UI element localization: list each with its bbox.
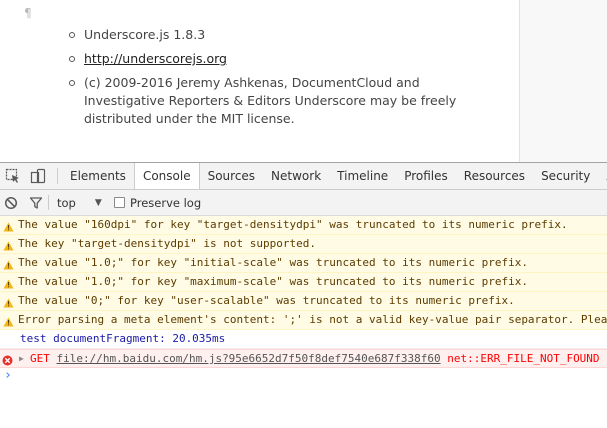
license-text: (c) 2009-2016 Jeremy Ashkenas, DocumentC…	[84, 75, 457, 126]
tab-security[interactable]: Security	[533, 163, 598, 189]
checkbox-icon[interactable]	[114, 197, 125, 208]
filter-icon[interactable]	[29, 190, 43, 215]
homepage-link[interactable]: http://underscorejs.org	[84, 51, 227, 66]
tab-profiles[interactable]: Profiles	[396, 163, 456, 189]
console-message-log: test documentFragment: 20.035ms	[0, 330, 607, 349]
message-text: Error parsing a meta element's content: …	[18, 313, 607, 326]
tab-sources[interactable]: Sources	[200, 163, 263, 189]
preserve-log-label: Preserve log	[130, 195, 202, 210]
prompt-chevron-icon: ›	[4, 368, 12, 383]
warning-icon	[3, 220, 14, 234]
tab-audits[interactable]: Audi	[598, 163, 607, 189]
devtools-panel: Elements Console Sources Network Timelin…	[0, 162, 607, 428]
warning-icon	[3, 315, 14, 329]
toolbar-separator	[48, 195, 49, 210]
message-text: The value "1.0;" for key "maximum-scale"…	[18, 275, 528, 288]
tab-network[interactable]: Network	[263, 163, 329, 189]
console-toolbar: top ▼ Preserve log	[0, 190, 607, 216]
error-status: net::ERR_FILE_NOT_FOUND	[447, 352, 600, 365]
tabbar-separator	[57, 168, 58, 184]
context-value: top	[57, 195, 76, 210]
console-message-warning: Error parsing a meta element's content: …	[0, 311, 607, 330]
list-item-link: http://underscorejs.org	[66, 50, 466, 68]
warning-icon	[3, 277, 14, 291]
console-message-warning: The value "1.0;" for key "initial-scale"…	[0, 254, 607, 273]
list-item-license: (c) 2009-2016 Jeremy Ashkenas, DocumentC…	[66, 74, 466, 128]
devtools-tabbar: Elements Console Sources Network Timelin…	[0, 163, 607, 190]
console-message-warning: The value "160dpi" for key "target-densi…	[0, 216, 607, 235]
list-item-version: Underscore.js 1.8.3	[66, 26, 466, 44]
warning-icon	[3, 239, 14, 253]
warning-icon	[3, 258, 14, 272]
console-message-warning: The value "1.0;" for key "maximum-scale"…	[0, 273, 607, 292]
pilcrow-mark: ¶	[24, 6, 32, 20]
tab-elements[interactable]: Elements	[62, 163, 134, 189]
message-text: test documentFragment: 20.035ms	[20, 332, 226, 345]
tab-resources[interactable]: Resources	[456, 163, 533, 189]
tab-console[interactable]: Console	[133, 163, 200, 189]
expand-triangle-icon[interactable]: ▶	[19, 350, 24, 367]
version-text: Underscore.js 1.8.3	[84, 27, 206, 42]
devtools-tabs: Elements Console Sources Network Timelin…	[62, 163, 607, 189]
license-list: Underscore.js 1.8.3 http://underscorejs.…	[66, 26, 466, 134]
error-icon	[2, 354, 13, 367]
bullet-icon	[69, 56, 75, 62]
message-text: The value "0;" for key "user-scalable" w…	[18, 294, 515, 307]
console-message-warning: The value "0;" for key "user-scalable" w…	[0, 292, 607, 311]
console-message-error[interactable]: ▶ GET file://hm.baidu.com/hm.js?95e6652d…	[0, 349, 607, 368]
clear-console-icon[interactable]	[4, 190, 18, 215]
message-text: The value "1.0;" for key "initial-scale"…	[18, 256, 528, 269]
device-mode-icon[interactable]	[29, 167, 47, 185]
console-prompt[interactable]: ›	[0, 368, 607, 386]
message-text: The key "target-densitydpi" is not suppo…	[18, 237, 317, 250]
console-messages: The value "160dpi" for key "target-densi…	[0, 216, 607, 386]
bullet-icon	[69, 80, 75, 86]
page-content: ¶ Underscore.js 1.8.3 http://underscorej…	[0, 0, 607, 162]
error-method: GET	[30, 352, 50, 365]
context-select[interactable]: top ▼	[57, 190, 102, 215]
error-url-link[interactable]: file://hm.baidu.com/hm.js?95e6652d7f50f8…	[57, 352, 441, 365]
bullet-icon	[69, 32, 75, 38]
warning-icon	[3, 296, 14, 310]
dropdown-arrow-icon: ▼	[94, 197, 102, 208]
console-message-warning: The key "target-densitydpi" is not suppo…	[0, 235, 607, 254]
tab-timeline[interactable]: Timeline	[329, 163, 396, 189]
preserve-log-checkbox[interactable]: Preserve log	[114, 190, 201, 215]
message-text: The value "160dpi" for key "target-densi…	[18, 218, 568, 231]
right-panel	[520, 0, 607, 162]
inspect-element-icon[interactable]	[4, 167, 22, 185]
